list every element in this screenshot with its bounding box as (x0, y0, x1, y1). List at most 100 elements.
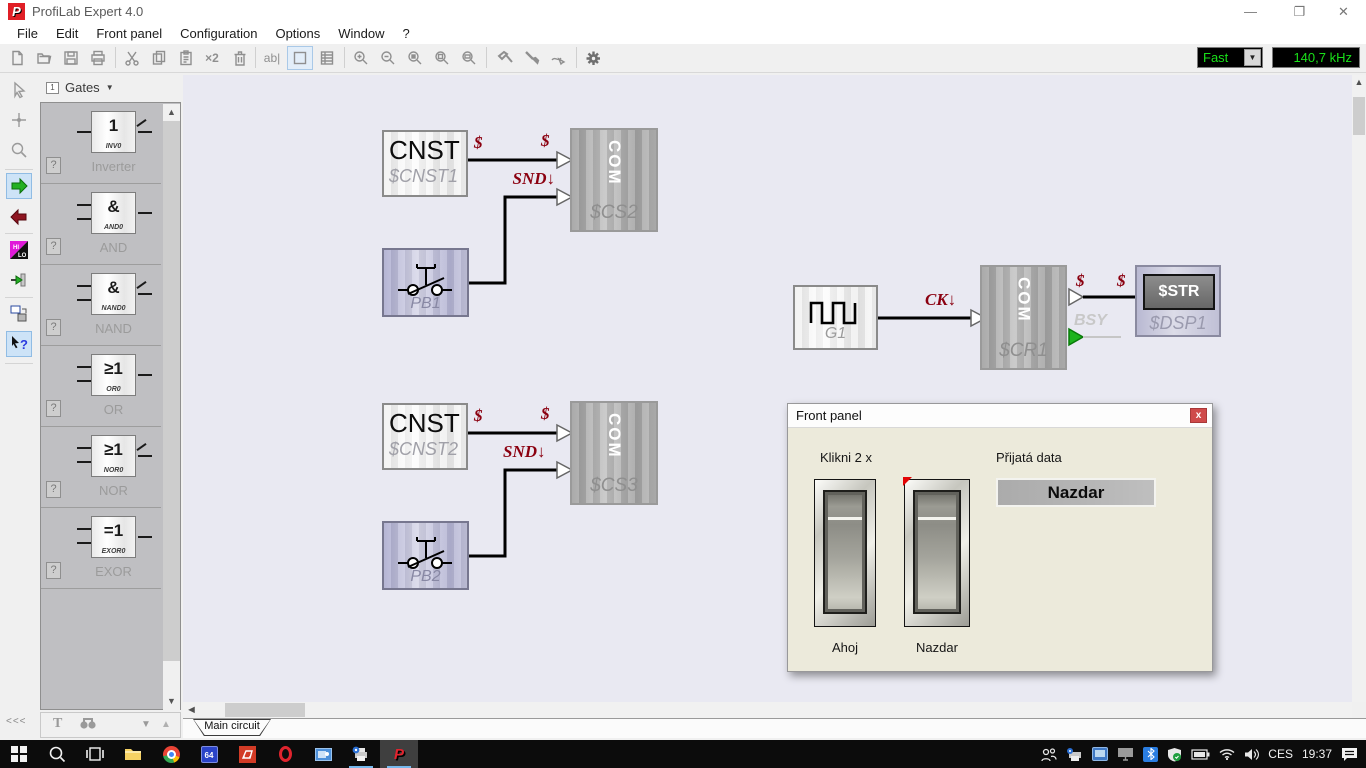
front-panel-titlebar[interactable]: Front panel x (788, 404, 1212, 428)
settings-gear-icon[interactable] (580, 46, 606, 70)
gate-help-button[interactable]: ? (46, 238, 61, 255)
block-cnst2[interactable]: CNST $CNST2 (382, 403, 468, 470)
palette-item-nand[interactable]: & NAND0 NAND ? (41, 265, 161, 346)
collapse-palette-button[interactable]: <<< (6, 716, 27, 727)
remote-pc-icon[interactable] (1092, 747, 1108, 761)
start-button[interactable] (0, 740, 38, 768)
gate-help-button[interactable]: ? (46, 562, 61, 579)
move-up-icon[interactable]: ▲ (161, 719, 171, 730)
people-icon[interactable] (1040, 747, 1057, 762)
switch-rocker[interactable] (828, 495, 862, 609)
block-cs2[interactable]: COM $CS2 (570, 128, 658, 232)
zoom-out-icon[interactable] (375, 46, 401, 70)
task-view-icon[interactable] (76, 740, 114, 768)
gate-help-button[interactable]: ? (46, 157, 61, 174)
new-file-icon[interactable] (4, 46, 30, 70)
screwdriver-icon[interactable] (519, 46, 545, 70)
hi-lo-tool-icon[interactable]: HILO (6, 237, 32, 263)
palette-item-or[interactable]: ≥1 OR0 OR ? (41, 346, 161, 427)
close-button[interactable]: ✕ (1321, 0, 1366, 23)
menu-window[interactable]: Window (329, 24, 393, 43)
text-label-tool-icon[interactable]: T (53, 716, 62, 732)
block-cr1[interactable]: COM $CR1 (980, 265, 1067, 370)
block-pb2[interactable]: PB2 (382, 521, 469, 590)
action-center-icon[interactable] (1341, 747, 1358, 761)
floppy64-app-icon[interactable]: 64 (190, 740, 228, 768)
gate-help-button[interactable]: ? (46, 481, 61, 498)
menu-configuration[interactable]: Configuration (171, 24, 266, 43)
speed-select[interactable]: Fast ▼ (1197, 47, 1263, 68)
opera-icon[interactable] (266, 740, 304, 768)
duplicate-icon[interactable]: ×2 (199, 46, 225, 70)
paste-icon[interactable] (173, 46, 199, 70)
scroll-down-icon[interactable]: ▼ (163, 693, 180, 710)
language-indicator[interactable]: CES (1268, 747, 1293, 761)
display-icon[interactable] (1117, 747, 1134, 761)
palette-header[interactable]: 1 Gates ▼ (38, 73, 183, 102)
palette-item-exor[interactable]: =1 EXOR0 EXOR ? (41, 508, 161, 589)
copy-icon[interactable] (146, 46, 172, 70)
wifi-icon[interactable] (1219, 748, 1235, 760)
front-panel-window[interactable]: Front panel x Klikni 2 x Přijatá data Na… (787, 403, 1213, 672)
circuit-canvas[interactable]: CNST $CNST1 COM $CS2 PB1 CNST $CNST2 COM… (183, 75, 1352, 702)
list-view-icon[interactable] (314, 46, 340, 70)
grid-view-icon[interactable] (287, 46, 313, 70)
print-icon[interactable] (85, 46, 111, 70)
wire-tool-icon[interactable] (546, 46, 572, 70)
file-explorer-icon[interactable] (114, 740, 152, 768)
battery-icon[interactable] (1191, 748, 1210, 760)
block-dsp1[interactable]: $STR $DSP1 (1135, 265, 1221, 337)
zoom-fit-icon[interactable] (429, 46, 455, 70)
pointer-tool-icon[interactable] (6, 77, 32, 103)
tools-icon[interactable] (492, 46, 518, 70)
switch-ahoj[interactable] (814, 479, 876, 627)
logic-probe-tool-icon[interactable] (6, 267, 32, 293)
crosshair-tool-icon[interactable] (6, 107, 32, 133)
move-down-icon[interactable]: ▼ (141, 719, 151, 730)
zoom-region-icon[interactable] (456, 46, 482, 70)
switch-rocker[interactable] (918, 495, 956, 609)
front-panel-close-button[interactable]: x (1190, 408, 1207, 423)
canvas-horizontal-scrollbar[interactable]: ◄ (183, 702, 1352, 718)
profilab-taskbar-icon[interactable]: P (380, 740, 418, 768)
open-file-icon[interactable] (31, 46, 57, 70)
red-cad-app-icon[interactable] (228, 740, 266, 768)
text-tool-icon[interactable]: ab| (259, 46, 285, 70)
context-help-icon[interactable]: ? (6, 331, 32, 357)
bluetooth-icon[interactable] (1143, 747, 1158, 762)
menu-edit[interactable]: Edit (47, 24, 87, 43)
gate-help-button[interactable]: ? (46, 400, 61, 417)
defender-icon[interactable] (1167, 747, 1182, 762)
switch-nazdar[interactable] (904, 479, 970, 627)
canvas-vertical-scrollbar[interactable]: ▲ (1352, 75, 1366, 702)
zoom-tool-icon[interactable] (6, 137, 32, 163)
menu-file[interactable]: File (8, 24, 47, 43)
horizontal-scroll-thumb[interactable] (225, 703, 305, 717)
chrome-icon[interactable] (152, 740, 190, 768)
cut-icon[interactable] (119, 46, 145, 70)
tab-main-circuit[interactable]: Main circuit (193, 719, 271, 736)
palette-item-and[interactable]: & AND0 AND ? (41, 184, 161, 265)
vertical-scroll-thumb[interactable] (1353, 97, 1365, 135)
zoom-in-icon[interactable] (348, 46, 374, 70)
minimize-button[interactable]: — (1228, 0, 1273, 23)
taskbar-search-icon[interactable] (38, 740, 76, 768)
palette-scrollbar[interactable]: ▲ ▼ (163, 104, 180, 710)
block-cnst1[interactable]: CNST $CNST1 (382, 130, 468, 197)
scroll-left-icon[interactable]: ◄ (186, 702, 197, 718)
speaker-icon[interactable] (1244, 748, 1259, 761)
maximize-button[interactable]: ❐ (1277, 0, 1322, 23)
block-pb1[interactable]: PB1 (382, 248, 469, 317)
palette-item-nor[interactable]: ≥1 NOR0 NOR ? (41, 427, 161, 508)
palette-scroll-thumb[interactable] (163, 121, 180, 661)
save-icon[interactable] (58, 46, 84, 70)
scroll-up-icon[interactable]: ▲ (163, 104, 180, 121)
palette-dropdown-icon[interactable]: ▼ (106, 83, 114, 92)
delete-icon[interactable] (227, 46, 253, 70)
zoom-100-icon[interactable] (402, 46, 428, 70)
gate-help-button[interactable]: ? (46, 319, 61, 336)
block-g1[interactable]: G1 (793, 285, 878, 350)
block-cs3[interactable]: COM $CS3 (570, 401, 658, 505)
palette-item-inverter[interactable]: 1 INV0 Inverter ? (41, 103, 161, 184)
clock[interactable]: 19:37 (1302, 747, 1332, 761)
